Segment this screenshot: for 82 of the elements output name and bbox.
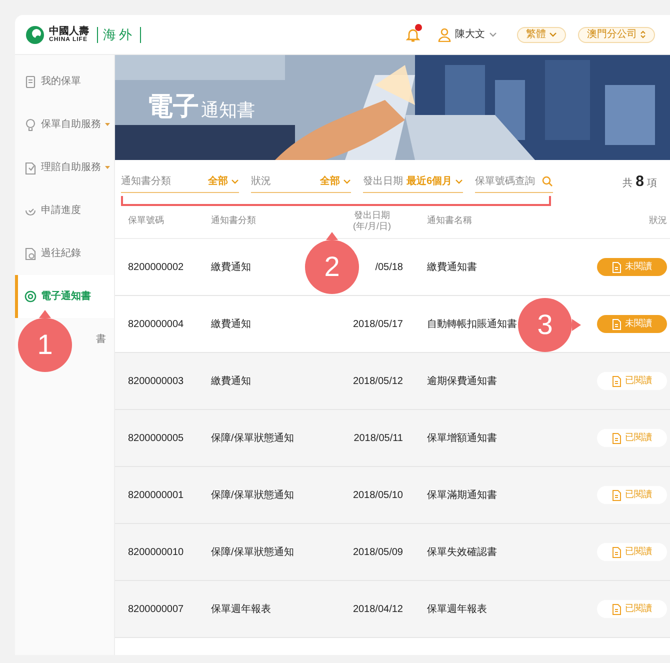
sidebar-item[interactable]: 申請進度 [15,189,114,232]
column-header: 通知書分類 [211,214,257,228]
document-icon [24,74,37,88]
table-cell-text: 保障/保單狀態通知 [211,488,294,502]
caret-icon [549,32,557,38]
language-select[interactable]: 繁體 [517,26,566,42]
table-cell-text: 8200000001 [128,488,184,502]
lightbulb-icon [24,118,37,132]
status-button[interactable]: 已閱讀 [597,543,667,561]
table-cell-text: 2018/05/09 [352,546,403,560]
region-label: 海外 [97,26,141,42]
table-cell-text: 保單週年報表 [211,602,271,616]
caret-icon [231,178,239,184]
table-cell-text: 8200000005 [128,432,184,446]
total-label: 共 [622,176,633,191]
sidebar-item[interactable]: 保單自助服務 [15,103,114,146]
banner-title: 電子 [147,93,199,119]
sidebar-item[interactable]: 書 [96,332,106,347]
document-icon [612,318,621,330]
table-cell-text: 繳費通知 [211,260,251,274]
column-header: 保單號碼 [128,214,165,228]
total-label: 項 [647,176,657,191]
document-clock-icon [24,246,37,260]
table-cell-text: 保單滿期通知書 [427,488,497,502]
filter-select[interactable]: 狀況 全部 [251,171,351,193]
table-cell-text: 2018/05/17 [352,318,403,332]
caret-icon [343,178,351,184]
table-cell-text: 保單增額通知書 [427,432,497,446]
document-icon [612,376,621,386]
table-cell-text: 2018/04/12 [352,602,403,616]
filter-select[interactable]: 發出日期 最近6個月 [363,171,463,193]
status-button[interactable]: 已閱讀 [597,600,667,618]
status-button[interactable]: 已閱讀 [597,486,667,504]
table-cell-text: 8200000002 [128,260,184,274]
logo-icon [25,24,45,44]
table-cell-text: 繳費通知 [211,374,251,388]
at-sign-icon [24,290,37,304]
table-cell-text: /05/18 [375,260,403,274]
table-cell-text: 自動轉帳扣賬通知書 [427,318,517,332]
table-cell-text: 8200000003 [128,374,184,388]
sort-icon [640,30,646,39]
user-icon [438,28,451,42]
table-cell-text: 2018/05/12 [352,374,403,388]
table-cell-text: 保障/保單狀態通知 [211,546,294,560]
table-cell-text: 8200000010 [128,546,184,560]
table-cell-text: 繳費通知書 [427,260,477,274]
logo-text: 中國人壽 [49,26,89,36]
search-field[interactable]: 保單號碼查詢 [475,171,553,193]
document-icon [612,546,621,558]
table-cell-text: 逾期保費通知書 [427,374,497,388]
sidebar-item[interactable]: 我的保單 [15,60,114,103]
column-header: 發出日期 (年/月/日) [352,210,392,232]
column-header: 狀況 [648,214,667,228]
sidebar-item[interactable]: 電子通知書 [15,275,114,318]
total-count: 8 [636,172,644,192]
bell-icon[interactable] [406,26,420,42]
filter-select[interactable]: 通知書分類 全部 [121,171,239,193]
caret-icon [489,32,497,38]
document-icon [612,604,621,614]
table-cell-text: 2018/05/11 [354,432,403,446]
status-button[interactable]: 已閱讀 [597,372,667,390]
table-cell-text: 保單週年報表 [427,602,487,616]
table-cell-text: 8200000007 [128,602,184,616]
column-header: 通知書名稱 [426,214,473,228]
table-cell-text: 保單失效確認書 [427,546,497,560]
table-cell-text: 保障/保單狀態通知 [211,432,294,446]
branch-select[interactable]: 澳門分公司 [578,26,655,42]
table-cell-text: 2018/05/10 [352,488,403,502]
caret-icon [455,178,463,184]
user-menu[interactable]: 陳大文 [438,27,497,42]
sidebar-item[interactable]: 過往紀錄 [15,232,114,275]
document-icon [612,490,621,500]
table-cell-text: 繳費通知 [211,318,251,332]
status-button[interactable]: 未閱讀 [597,315,667,333]
document-check-icon [24,160,37,174]
status-button[interactable]: 已閱讀 [597,429,667,447]
document-icon [612,432,621,444]
document-icon [612,262,621,272]
status-button[interactable]: 未閱讀 [597,258,667,276]
table-cell-text: 8200000004 [128,318,184,332]
banner-subtitle: 通知書 [201,101,255,119]
sidebar-item[interactable]: 理賠自助服務 [15,146,114,189]
